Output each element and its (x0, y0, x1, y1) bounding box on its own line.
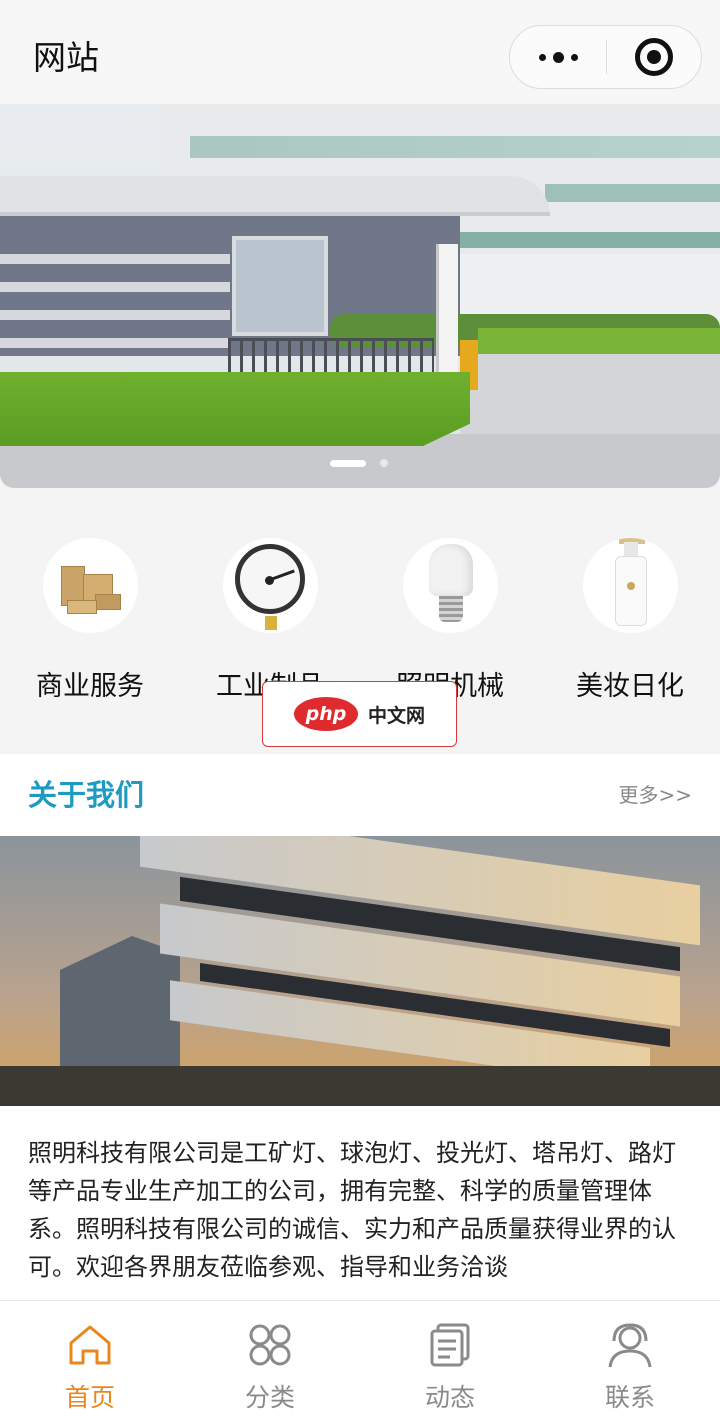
about-title: 关于我们 (28, 778, 145, 812)
category-item-lighting-machinery[interactable]: 照明机械 (360, 538, 540, 702)
lotion-bottle-icon (583, 538, 678, 633)
tab-label: 首页 (64, 1383, 115, 1412)
category-item-business-services[interactable]: 商业服务 (0, 538, 180, 702)
php-logo: php (293, 697, 358, 731)
more-dot-icon (538, 53, 546, 61)
close-button[interactable] (606, 26, 702, 88)
lawn (0, 372, 470, 446)
category-item-industrial-products[interactable]: 工业制品 (180, 538, 360, 702)
close-target-icon (635, 38, 673, 76)
php-watermark-badge: php 中文网 (262, 681, 457, 747)
facade-fin (0, 254, 230, 264)
lawn (478, 328, 720, 354)
more-dot-icon (552, 51, 564, 63)
watermark-text: 中文网 (367, 704, 425, 727)
category-label: 商业服务 (36, 671, 144, 702)
about-description: 照明科技有限公司是工矿灯、球泡灯、投光灯、塔吊灯、路灯等产品专业生产加工的公司，… (0, 1106, 720, 1306)
home-icon (69, 1325, 111, 1365)
carousel-dot[interactable] (380, 459, 388, 467)
carousel-indicator (330, 459, 388, 467)
news-document-icon (430, 1323, 470, 1367)
tab-label: 分类 (244, 1383, 295, 1412)
mini-program-capsule (509, 25, 702, 89)
top-navbar: 网站 (0, 0, 720, 104)
tab-news[interactable]: 动态 (360, 1301, 540, 1428)
building-window-band (460, 232, 720, 248)
banner-carousel[interactable] (0, 104, 720, 488)
ground (0, 1066, 720, 1106)
contact-person-icon (608, 1323, 652, 1368)
bottom-tab-bar: 首页 分类 动态 联系 (0, 1300, 720, 1428)
page-title: 网站 (33, 38, 99, 77)
about-image (0, 836, 720, 1106)
pressure-gauge-icon (223, 538, 318, 633)
category-item-cosmetics[interactable]: 美妆日化 (540, 538, 720, 702)
about-more-link[interactable]: 更多>> (618, 781, 692, 809)
tab-contact[interactable]: 联系 (540, 1301, 720, 1428)
more-dot-icon (570, 53, 578, 61)
building-roof (0, 176, 550, 216)
about-section-header: 关于我们 更多>> (0, 754, 720, 836)
category-grid-icon (249, 1324, 291, 1366)
light-bulb-icon (403, 538, 498, 633)
about-paragraph: 照明科技有限公司是工矿灯、球泡灯、投光灯、塔吊灯、路灯等产品专业生产加工的公司，… (28, 1139, 676, 1281)
carousel-dot-active[interactable] (330, 459, 366, 467)
more-menu-button[interactable] (510, 26, 606, 88)
facade-fin (0, 282, 230, 292)
page: 网站 商业服务 美妆日化 php 中文网 关于我们 更多>> 照明科技有限公司是… (0, 0, 720, 1428)
cardboard-boxes-icon (43, 538, 138, 633)
building-window-band (545, 184, 720, 202)
category-label: 美妆日化 (576, 671, 684, 702)
facade-fin (0, 338, 230, 348)
category-grid: 商业服务 工业制品 照明机械 美妆日化 (0, 520, 720, 702)
tab-label: 联系 (604, 1383, 655, 1412)
building-window-band (190, 136, 720, 158)
gate-pillar (436, 244, 458, 394)
tab-label: 动态 (424, 1383, 475, 1412)
tab-home[interactable]: 首页 (0, 1301, 180, 1428)
entrance-glass (232, 236, 328, 336)
tab-category[interactable]: 分类 (180, 1301, 360, 1428)
facade-fin (0, 310, 230, 320)
